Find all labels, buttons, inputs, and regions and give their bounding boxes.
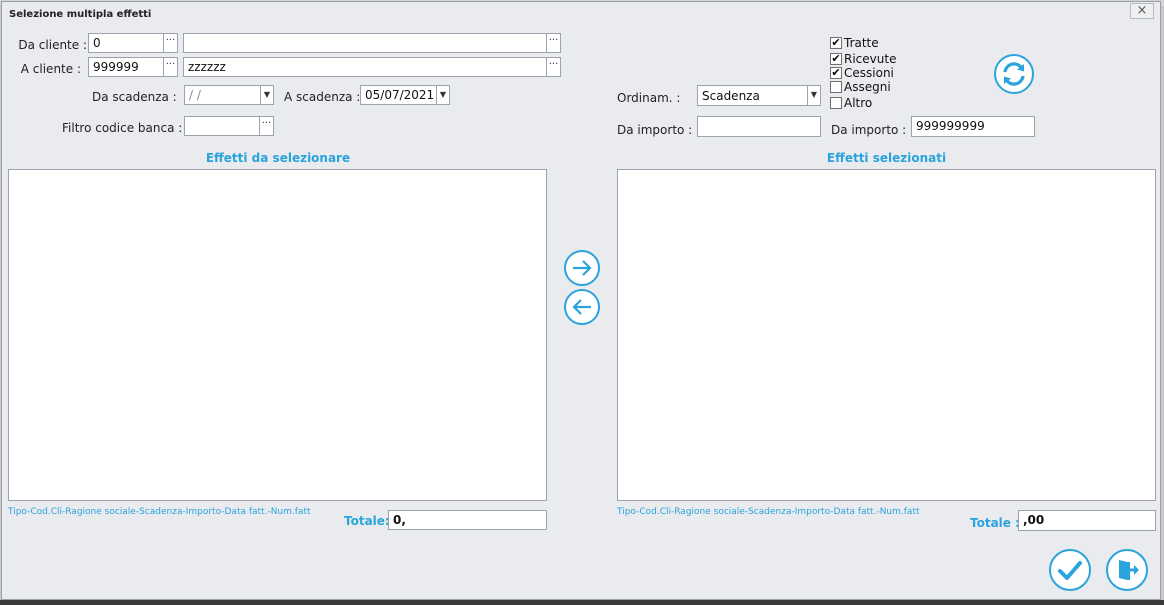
arrow-right-icon[interactable] [563, 249, 601, 287]
ricevute-label: Ricevute [844, 52, 897, 66]
da-importo-label: Da importo : [617, 123, 693, 137]
a-scadenza-dropdown-icon[interactable]: ▼ [436, 85, 450, 105]
effetti-selezionati-list[interactable] [617, 169, 1156, 501]
a-cliente-code-field[interactable]: 999999 [88, 57, 164, 77]
a-cliente-name-lookup-button[interactable]: ··· [546, 57, 561, 77]
a-importo-label: Da importo : [831, 123, 907, 137]
left-panel-title: Effetti da selezionare [205, 151, 351, 165]
exit-door-icon[interactable] [1105, 548, 1149, 592]
dialog-title: Selezione multipla effetti [9, 9, 152, 20]
da-scadenza-date-field[interactable]: / / [184, 85, 262, 105]
left-totale-field: 0, [388, 510, 547, 530]
a-importo-field[interactable]: 999999999 [911, 116, 1035, 137]
da-cliente-code-field[interactable]: 0 [88, 33, 164, 53]
a-scadenza-date-field[interactable]: 05/07/2021 [360, 85, 438, 105]
da-cliente-code-lookup-button[interactable]: ··· [163, 33, 178, 53]
altro-checkbox-box[interactable] [830, 97, 842, 109]
effetti-da-selezionare-list[interactable] [8, 169, 547, 501]
assegni-checkbox-box[interactable] [830, 81, 842, 93]
da-cliente-name-field[interactable] [183, 33, 547, 53]
ordinam-select[interactable]: Scadenza [697, 85, 809, 106]
da-scadenza-dropdown-icon[interactable]: ▼ [260, 85, 274, 105]
cessioni-label: Cessioni [844, 66, 894, 80]
close-button[interactable]: × [1130, 3, 1154, 19]
right-totale-field: ,00 [1018, 510, 1156, 531]
left-totale-label: Totale: [344, 514, 390, 528]
da-cliente-label: Da cliente : [18, 38, 87, 52]
right-panel-columns: Tipo-Cod.Cli-Ragione sociale-Scadenza-Im… [617, 507, 920, 517]
tratte-label: Tratte [844, 36, 879, 50]
left-panel-columns: Tipo-Cod.Cli-Ragione sociale-Scadenza-Im… [8, 507, 311, 517]
ordinam-label: Ordinam. : [617, 91, 681, 105]
altro-label: Altro [844, 96, 873, 110]
da-scadenza-label: Da scadenza : [92, 90, 177, 104]
filtro-banca-field[interactable] [184, 116, 260, 136]
filtro-banca-lookup-button[interactable]: ··· [259, 116, 274, 136]
checkmark-icon[interactable] [1048, 548, 1092, 592]
ordinam-dropdown-icon[interactable]: ▼ [807, 85, 821, 106]
right-totale-label: Totale : [970, 516, 1020, 530]
a-cliente-code-lookup-button[interactable]: ··· [163, 57, 178, 77]
da-importo-field[interactable] [697, 116, 821, 137]
a-scadenza-label: A scadenza : [284, 90, 361, 104]
a-cliente-name-field[interactable]: zzzzzz [183, 57, 547, 77]
filtro-banca-label: Filtro codice banca : [62, 121, 183, 135]
assegni-label: Assegni [844, 80, 891, 94]
refresh-icon[interactable] [993, 53, 1035, 95]
a-cliente-label: A cliente : [20, 62, 81, 76]
ricevute-checkbox-box[interactable]: ✔ [830, 53, 842, 65]
da-cliente-name-lookup-button[interactable]: ··· [546, 33, 561, 53]
background-taskbar [0, 600, 1164, 605]
right-panel-title: Effetti selezionati [826, 151, 947, 165]
cessioni-checkbox-box[interactable]: ✔ [830, 67, 842, 79]
selection-dialog: Selezione multipla effetti × Da cliente … [1, 1, 1161, 600]
arrow-left-icon[interactable] [563, 288, 601, 326]
tratte-checkbox-box[interactable]: ✔ [830, 37, 842, 49]
